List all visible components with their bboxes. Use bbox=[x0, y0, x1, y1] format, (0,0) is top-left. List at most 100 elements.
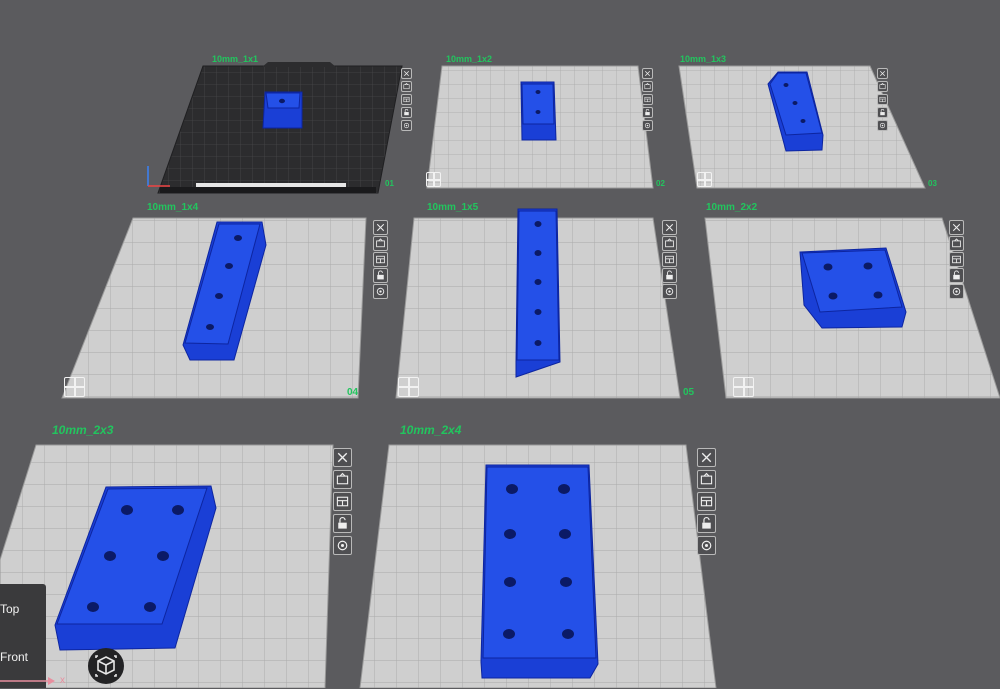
plate-grid-icon[interactable] bbox=[733, 377, 754, 397]
part-10mm-1x5[interactable] bbox=[515, 208, 561, 378]
lock-icon bbox=[338, 517, 347, 529]
plate-close-button[interactable] bbox=[642, 68, 653, 79]
arrange-icon bbox=[644, 82, 651, 90]
plate-name-label[interactable]: 10mm_1x2 bbox=[446, 54, 492, 64]
plate-close-button[interactable] bbox=[373, 220, 388, 235]
plate-number: 03 bbox=[928, 179, 937, 188]
view-top-button[interactable]: Top bbox=[0, 602, 19, 616]
plate-name-label[interactable]: 10mm_1x3 bbox=[680, 54, 726, 64]
plate-lock-button[interactable] bbox=[373, 268, 388, 283]
plate-lock-button[interactable] bbox=[949, 268, 964, 283]
plate-orient-button[interactable] bbox=[697, 492, 716, 511]
arrange-icon bbox=[376, 238, 385, 248]
plate-orient-button[interactable] bbox=[642, 94, 653, 105]
plate-settings-button[interactable] bbox=[333, 536, 352, 555]
close-icon bbox=[644, 70, 651, 77]
plate-lock-button[interactable] bbox=[642, 107, 653, 118]
plate-number: 02 bbox=[656, 179, 665, 188]
plate-settings-button[interactable] bbox=[662, 284, 677, 299]
view-front-button[interactable]: Front bbox=[0, 650, 28, 664]
plate-arrange-button[interactable] bbox=[401, 81, 412, 92]
plate-orient-button[interactable] bbox=[662, 252, 677, 267]
plate-close-button[interactable] bbox=[662, 220, 677, 235]
plate-name-label[interactable]: 10mm_1x5 bbox=[427, 202, 478, 213]
plate-close-button[interactable] bbox=[333, 448, 352, 467]
plate-lock-button[interactable] bbox=[877, 107, 888, 118]
view-cube-button[interactable] bbox=[88, 648, 124, 684]
plate-settings-button[interactable] bbox=[877, 120, 888, 131]
view-panel: Top Front bbox=[0, 584, 46, 688]
close-icon bbox=[879, 70, 886, 77]
cube-icon bbox=[95, 655, 117, 677]
plate-settings-button[interactable] bbox=[949, 284, 964, 299]
close-icon bbox=[665, 223, 674, 232]
plate-number: 05 bbox=[683, 387, 695, 398]
build-plate-scene[interactable] bbox=[0, 0, 1000, 688]
orient-icon bbox=[376, 255, 385, 264]
part-10mm-1x1[interactable] bbox=[262, 91, 303, 129]
settings-icon bbox=[403, 122, 410, 129]
plate-lock-button[interactable] bbox=[697, 514, 716, 533]
plate-orient-button[interactable] bbox=[949, 252, 964, 267]
plate-grid-icon[interactable] bbox=[426, 172, 441, 187]
plate-name-label[interactable]: 10mm_2x3 bbox=[52, 423, 113, 437]
orient-icon bbox=[952, 255, 961, 264]
settings-icon bbox=[879, 122, 886, 129]
plate-settings-button[interactable] bbox=[697, 536, 716, 555]
settings-icon bbox=[701, 540, 712, 551]
close-icon bbox=[403, 70, 410, 77]
plate-name-label[interactable]: 10mm_1x4 bbox=[147, 202, 198, 213]
lock-icon bbox=[377, 270, 384, 280]
plate-close-button[interactable] bbox=[401, 68, 412, 79]
plate-settings-button[interactable] bbox=[373, 284, 388, 299]
plate-arrange-button[interactable] bbox=[949, 236, 964, 251]
plate-arrange-button[interactable] bbox=[662, 236, 677, 251]
lock-icon bbox=[880, 109, 885, 116]
plate-arrange-button[interactable] bbox=[642, 81, 653, 92]
lock-icon bbox=[666, 270, 673, 280]
plate-arrange-button[interactable] bbox=[697, 470, 716, 489]
settings-icon bbox=[952, 287, 961, 296]
arrange-icon bbox=[879, 82, 886, 90]
orient-icon bbox=[403, 96, 410, 103]
plate-orient-button[interactable] bbox=[373, 252, 388, 267]
plate-arrange-button[interactable] bbox=[877, 81, 888, 92]
plate-grid-icon[interactable] bbox=[64, 377, 85, 397]
plate-lock-button[interactable] bbox=[401, 107, 412, 118]
arrange-icon bbox=[700, 472, 713, 485]
plate-lock-button[interactable] bbox=[662, 268, 677, 283]
plate-grid-icon[interactable] bbox=[398, 377, 419, 397]
plate-arrange-button[interactable] bbox=[373, 236, 388, 251]
close-icon bbox=[376, 223, 385, 232]
orient-icon bbox=[700, 496, 713, 507]
orient-icon bbox=[665, 255, 674, 264]
plate-arrange-button[interactable] bbox=[333, 470, 352, 489]
plate-lock-button[interactable] bbox=[333, 514, 352, 533]
close-icon bbox=[952, 223, 961, 232]
plate-orient-button[interactable] bbox=[401, 94, 412, 105]
plate-name-label[interactable]: 10mm_2x2 bbox=[706, 202, 757, 213]
plate-close-button[interactable] bbox=[697, 448, 716, 467]
plate-close-button[interactable] bbox=[877, 68, 888, 79]
arrange-icon bbox=[952, 238, 961, 248]
plate-name-label[interactable]: 10mm_2x4 bbox=[400, 423, 461, 437]
part-10mm-2x2[interactable] bbox=[799, 247, 907, 329]
arrange-icon bbox=[403, 82, 410, 90]
plate-orient-button[interactable] bbox=[333, 492, 352, 511]
plate-name-label[interactable]: 10mm_1x1 bbox=[212, 54, 258, 64]
settings-icon bbox=[376, 287, 385, 296]
plate-settings-button[interactable] bbox=[642, 120, 653, 131]
close-icon bbox=[701, 452, 712, 463]
part-10mm-2x4[interactable] bbox=[480, 464, 599, 679]
plate-settings-button[interactable] bbox=[401, 120, 412, 131]
axis-x-label: x bbox=[60, 675, 65, 686]
settings-icon bbox=[644, 122, 651, 129]
plate-orient-button[interactable] bbox=[877, 94, 888, 105]
plate-grid-icon[interactable] bbox=[697, 172, 712, 187]
orient-icon bbox=[644, 96, 651, 103]
lock-icon bbox=[702, 517, 711, 529]
settings-icon bbox=[337, 540, 348, 551]
plate-close-button[interactable] bbox=[949, 220, 964, 235]
arrange-icon bbox=[336, 472, 349, 485]
settings-icon bbox=[665, 287, 674, 296]
